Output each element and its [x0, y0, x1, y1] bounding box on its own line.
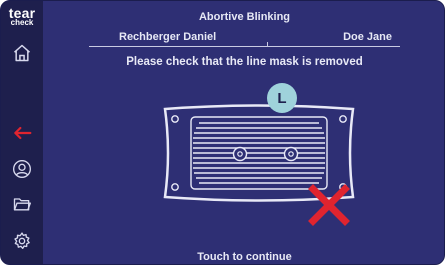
- patient-name-left: Rechberger Daniel: [119, 31, 217, 43]
- eye-side-badge: L: [267, 83, 297, 113]
- patient-button[interactable]: [10, 157, 34, 181]
- main-panel[interactable]: Abortive Blinking Rechberger Daniel Doe …: [43, 1, 444, 264]
- back-button[interactable]: [10, 121, 34, 145]
- settings-button[interactable]: [10, 229, 34, 253]
- app-logo: tear check: [3, 6, 41, 27]
- header-divider-tick: [267, 42, 268, 46]
- gear-icon: [14, 232, 30, 249]
- patient-name-right: Doe Jane: [343, 31, 392, 43]
- sidebar: tear check: [1, 1, 43, 264]
- folder-button[interactable]: [10, 192, 34, 216]
- user-icon: [13, 160, 31, 178]
- home-button[interactable]: [10, 41, 34, 65]
- instruction-text: Please check that the line mask is remov…: [126, 56, 363, 68]
- header-divider: [89, 46, 400, 47]
- folder-icon: [13, 198, 32, 211]
- back-arrow-icon: [14, 126, 32, 140]
- home-icon: [14, 44, 30, 62]
- removed-cross-icon: [308, 184, 350, 226]
- device-screen: tear check Abortive Blinking Rechberger …: [0, 0, 445, 265]
- page-title: Abortive Blinking: [198, 11, 291, 23]
- continue-prompt[interactable]: Touch to continue: [43, 251, 444, 263]
